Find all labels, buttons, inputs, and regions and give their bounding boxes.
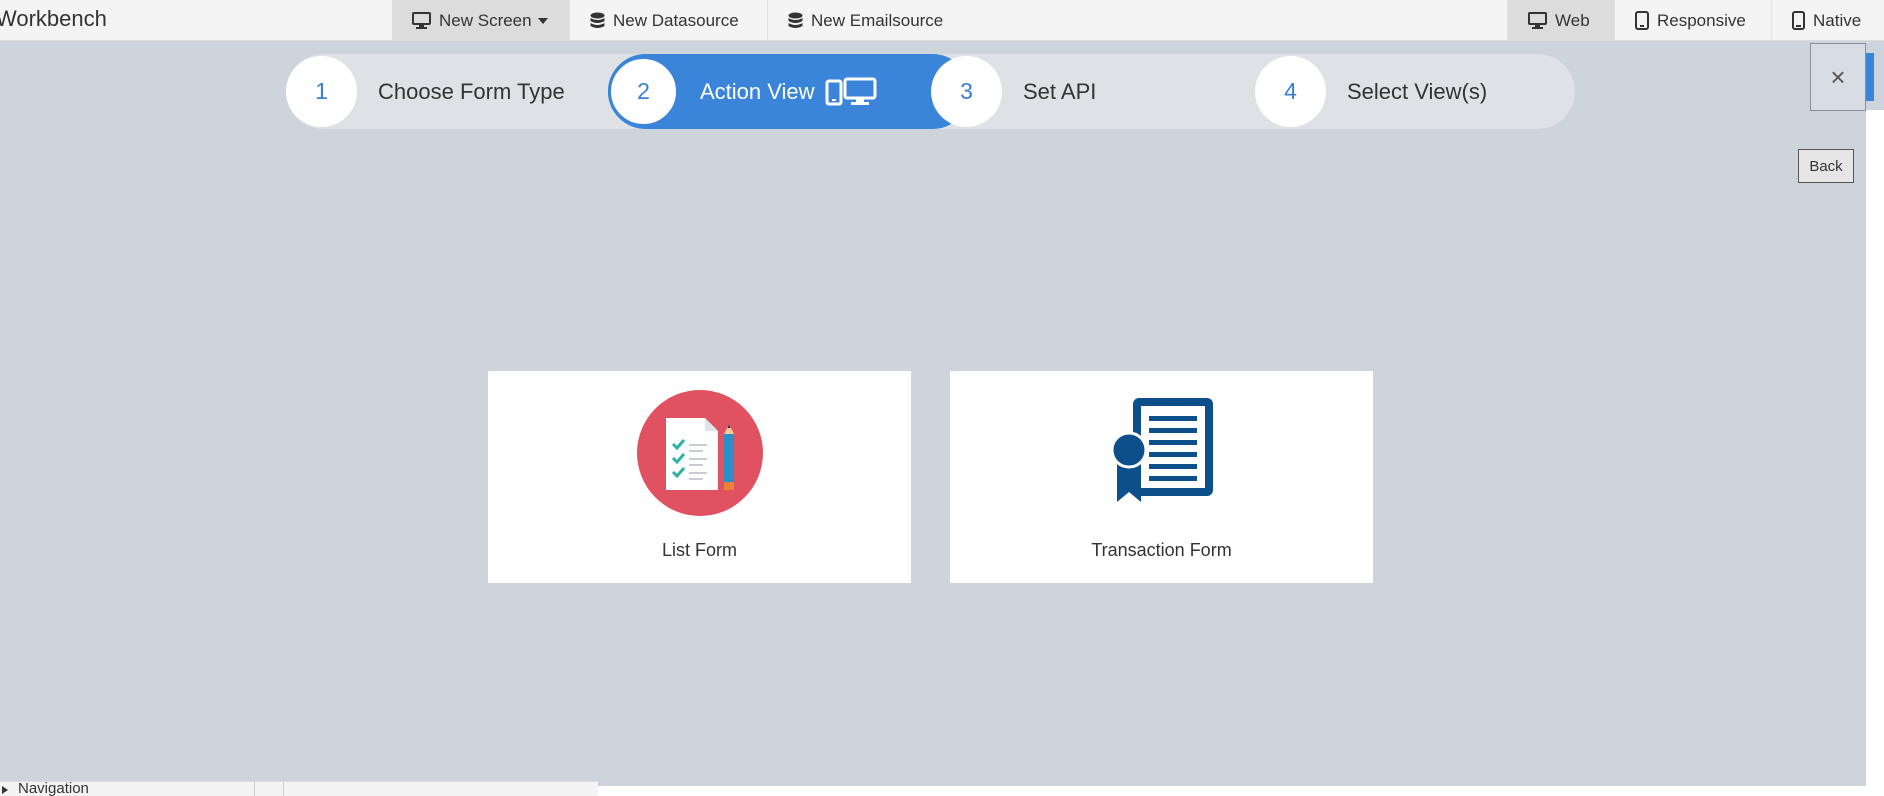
new-emailsource-button[interactable]: New Emailsource bbox=[768, 0, 968, 41]
top-toolbar: Workbench New Screen New Datasource New … bbox=[0, 0, 1884, 41]
step-label: Action View bbox=[700, 78, 815, 104]
monitor-icon bbox=[412, 12, 431, 29]
panel-accent bbox=[1866, 53, 1874, 101]
responsive-label: Responsive bbox=[1657, 10, 1746, 30]
new-screen-dropdown[interactable]: New Screen bbox=[392, 0, 570, 41]
responsive-view-button[interactable]: Responsive bbox=[1615, 0, 1772, 41]
devices-icon bbox=[825, 77, 877, 105]
step-set-api[interactable]: 3 Set API bbox=[931, 54, 1096, 129]
new-datasource-label: New Datasource bbox=[613, 10, 739, 30]
right-panel-edge bbox=[1866, 110, 1884, 786]
database-icon bbox=[788, 12, 803, 28]
card-label: List Form bbox=[661, 540, 737, 560]
tablet-icon bbox=[1635, 11, 1649, 30]
step-label: Choose Form Type bbox=[378, 78, 565, 104]
transaction-form-card[interactable]: Transaction Form bbox=[950, 371, 1373, 583]
list-form-icon bbox=[636, 390, 763, 516]
native-label: Native bbox=[1813, 10, 1862, 30]
divider bbox=[283, 782, 284, 796]
step-number: 4 bbox=[1255, 56, 1326, 127]
step-action-view[interactable]: 2 Action View bbox=[608, 54, 970, 129]
web-view-button[interactable]: Web bbox=[1507, 0, 1615, 41]
step-choose-form-type[interactable]: 1 Choose Form Type bbox=[286, 54, 565, 129]
app-title: Workbench bbox=[0, 6, 107, 31]
close-icon: × bbox=[1830, 61, 1846, 92]
step-label: Set API bbox=[1023, 78, 1097, 104]
card-label: Transaction Form bbox=[1091, 540, 1232, 560]
new-screen-label: New Screen bbox=[439, 10, 532, 30]
monitor-icon bbox=[1528, 12, 1547, 29]
transaction-form-icon bbox=[1110, 398, 1213, 502]
database-icon bbox=[590, 12, 605, 28]
divider bbox=[254, 782, 255, 796]
navigation-panel-header[interactable]: Navigation bbox=[0, 781, 598, 796]
list-form-card[interactable]: List Form bbox=[488, 371, 911, 583]
step-number: 3 bbox=[931, 56, 1002, 127]
close-button[interactable]: × bbox=[1810, 43, 1866, 111]
chevron-down-icon bbox=[537, 17, 548, 24]
back-button[interactable]: Back bbox=[1798, 149, 1854, 183]
web-label: Web bbox=[1555, 10, 1590, 30]
step-number: 2 bbox=[608, 56, 679, 127]
expand-arrow-icon bbox=[2, 786, 8, 794]
step-select-views[interactable]: 4 Select View(s) bbox=[1255, 54, 1487, 129]
wizard-stepper: 1 Choose Form Type 2 Action View 3 Set A… bbox=[286, 54, 1575, 129]
step-number: 1 bbox=[286, 56, 357, 127]
native-view-button[interactable]: Native bbox=[1772, 0, 1884, 41]
new-emailsource-label: New Emailsource bbox=[811, 10, 944, 30]
navigation-label: Navigation bbox=[18, 781, 89, 796]
new-datasource-button[interactable]: New Datasource bbox=[570, 0, 768, 41]
step-label: Select View(s) bbox=[1347, 78, 1488, 104]
mobile-icon bbox=[1792, 11, 1805, 30]
